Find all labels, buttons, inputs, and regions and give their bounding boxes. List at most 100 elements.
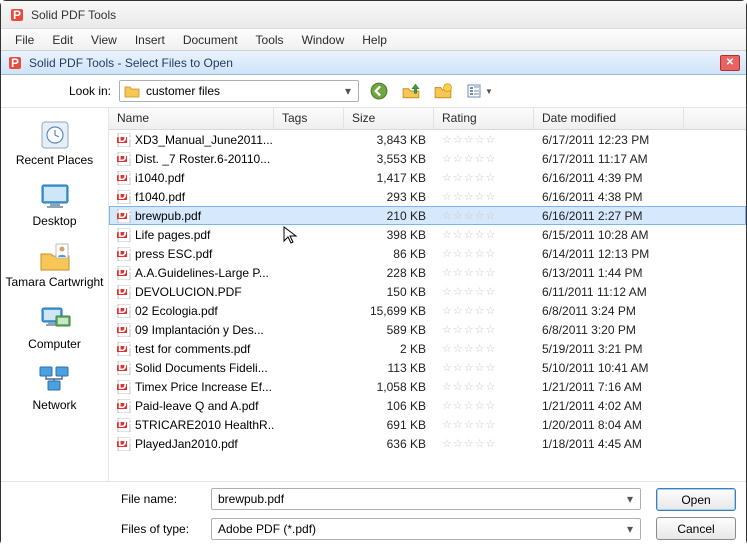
file-row[interactable]: A.A.Guidelines-Large P...228 KB☆☆☆☆☆6/13… xyxy=(109,263,746,282)
filename-label: File name: xyxy=(121,492,201,506)
file-date: 6/16/2011 2:27 PM xyxy=(534,209,684,223)
chevron-down-icon: ▼ xyxy=(485,87,493,96)
file-date: 6/8/2011 3:20 PM xyxy=(534,323,684,337)
lookin-combo[interactable]: customer files ▾ xyxy=(119,80,359,102)
file-row[interactable]: Dist. _7 Roster.6-20110...3,553 KB☆☆☆☆☆6… xyxy=(109,149,746,168)
place-desktop[interactable]: Desktop xyxy=(1,177,108,230)
file-row[interactable]: DEVOLUCION.PDF150 KB☆☆☆☆☆6/11/2011 11:12… xyxy=(109,282,746,301)
chevron-down-icon[interactable]: ▾ xyxy=(622,491,638,507)
menu-view[interactable]: View xyxy=(83,31,125,49)
menu-edit[interactable]: Edit xyxy=(44,31,81,49)
filename-input[interactable]: brewpub.pdf ▾ xyxy=(211,488,641,510)
file-row[interactable]: Paid-leave Q and A.pdf106 KB☆☆☆☆☆1/21/20… xyxy=(109,396,746,415)
views-button[interactable]: ▼ xyxy=(463,80,497,102)
file-size: 15,699 KB xyxy=(344,304,434,318)
file-date: 5/10/2011 10:41 AM xyxy=(534,361,684,375)
chevron-down-icon[interactable]: ▾ xyxy=(622,521,638,537)
file-rating: ☆☆☆☆☆ xyxy=(434,380,534,393)
file-date: 1/20/2011 8:04 AM xyxy=(534,418,684,432)
filter-label: Files of type: xyxy=(121,522,201,536)
pdf-icon xyxy=(117,209,131,223)
file-rating: ☆☆☆☆☆ xyxy=(434,399,534,412)
pdf-icon xyxy=(117,133,131,147)
file-name: XD3_Manual_June2011... xyxy=(135,133,273,147)
file-name: 02 Ecologia.pdf xyxy=(135,304,218,318)
file-row[interactable]: i1040.pdf1,417 KB☆☆☆☆☆6/16/2011 4:39 PM xyxy=(109,168,746,187)
file-row[interactable]: brewpub.pdf210 KB☆☆☆☆☆6/16/2011 2:27 PM xyxy=(109,206,746,225)
open-button[interactable]: Open xyxy=(656,488,736,511)
file-date: 1/21/2011 7:16 AM xyxy=(534,380,684,394)
file-size: 398 KB xyxy=(344,228,434,242)
header-rating[interactable]: Rating xyxy=(434,108,534,129)
file-row[interactable]: XD3_Manual_June2011...3,843 KB☆☆☆☆☆6/17/… xyxy=(109,130,746,149)
file-size: 113 KB xyxy=(344,361,434,375)
header-date[interactable]: Date modified xyxy=(534,108,684,129)
file-date: 6/17/2011 11:17 AM xyxy=(534,152,684,166)
menubar: File Edit View Insert Document Tools Win… xyxy=(1,29,746,51)
file-name: 09 Implantación y Des... xyxy=(135,323,264,337)
file-name: A.A.Guidelines-Large P... xyxy=(135,266,269,280)
bottom-panel: File name: brewpub.pdf ▾ Files of type: … xyxy=(1,481,746,547)
file-date: 6/8/2011 3:24 PM xyxy=(534,304,684,318)
file-row[interactable]: f1040.pdf293 KB☆☆☆☆☆6/16/2011 4:38 PM xyxy=(109,187,746,206)
filter-combo[interactable]: Adobe PDF (*.pdf) ▾ xyxy=(211,518,641,540)
menu-insert[interactable]: Insert xyxy=(127,31,173,49)
file-size: 86 KB xyxy=(344,247,434,261)
file-date: 6/13/2011 1:44 PM xyxy=(534,266,684,280)
place-computer[interactable]: Computer xyxy=(1,300,108,353)
file-size: 2 KB xyxy=(344,342,434,356)
file-name: PlayedJan2010.pdf xyxy=(135,437,238,451)
file-size: 1,417 KB xyxy=(344,171,434,185)
file-row[interactable]: PlayedJan2010.pdf636 KB☆☆☆☆☆1/18/2011 4:… xyxy=(109,434,746,453)
file-row[interactable]: 09 Implantación y Des...589 KB☆☆☆☆☆6/8/2… xyxy=(109,320,746,339)
computer-icon xyxy=(38,302,72,336)
menu-tools[interactable]: Tools xyxy=(248,31,292,49)
menu-file[interactable]: File xyxy=(7,31,42,49)
header-size[interactable]: Size xyxy=(344,108,434,129)
menu-document[interactable]: Document xyxy=(175,31,246,49)
back-button[interactable] xyxy=(367,80,391,102)
file-rows[interactable]: XD3_Manual_June2011...3,843 KB☆☆☆☆☆6/17/… xyxy=(109,130,746,481)
new-folder-button[interactable] xyxy=(431,80,455,102)
file-row[interactable]: 02 Ecologia.pdf15,699 KB☆☆☆☆☆6/8/2011 3:… xyxy=(109,301,746,320)
file-row[interactable]: test for comments.pdf2 KB☆☆☆☆☆5/19/2011 … xyxy=(109,339,746,358)
file-rating: ☆☆☆☆☆ xyxy=(434,266,534,279)
file-row[interactable]: Solid Documents Fideli... 113 KB☆☆☆☆☆5/10… xyxy=(109,358,746,377)
file-row[interactable]: Life pages.pdf398 KB☆☆☆☆☆6/15/2011 10:28… xyxy=(109,225,746,244)
file-rating: ☆☆☆☆☆ xyxy=(434,133,534,146)
file-name: Solid Documents Fideli... xyxy=(135,361,268,375)
lookin-row: Look in: customer files ▾ ▼ xyxy=(1,75,746,107)
lookin-value: customer files xyxy=(146,84,220,98)
place-network[interactable]: Network xyxy=(1,361,108,414)
header-name[interactable]: Name xyxy=(109,108,274,129)
file-size: 1,058 KB xyxy=(344,380,434,394)
file-date: 6/16/2011 4:38 PM xyxy=(534,190,684,204)
chevron-down-icon[interactable]: ▾ xyxy=(340,83,356,99)
pdf-icon xyxy=(117,380,131,394)
file-date: 6/16/2011 4:39 PM xyxy=(534,171,684,185)
file-rating: ☆☆☆☆☆ xyxy=(434,361,534,374)
filename-value: brewpub.pdf xyxy=(218,492,284,506)
close-icon[interactable]: ✕ xyxy=(720,55,740,71)
file-name: test for comments.pdf xyxy=(135,342,250,356)
file-row[interactable]: Timex Price Increase Ef...1,058 KB☆☆☆☆☆1… xyxy=(109,377,746,396)
file-row[interactable]: press ESC.pdf86 KB☆☆☆☆☆6/14/2011 12:13 P… xyxy=(109,244,746,263)
file-rating: ☆☆☆☆☆ xyxy=(434,323,534,336)
dialog-titlebar: Solid PDF Tools - Select Files to Open ✕ xyxy=(1,51,746,75)
file-rating: ☆☆☆☆☆ xyxy=(434,190,534,203)
file-name: DEVOLUCION.PDF xyxy=(135,285,242,299)
place-user[interactable]: Tamara Cartwright xyxy=(1,238,108,291)
pdf-icon xyxy=(117,266,131,280)
file-date: 6/14/2011 12:13 PM xyxy=(534,247,684,261)
cancel-button[interactable]: Cancel xyxy=(656,517,736,540)
file-name: f1040.pdf xyxy=(135,190,185,204)
new-folder-icon xyxy=(434,82,452,100)
pdf-icon xyxy=(117,285,131,299)
header-tags[interactable]: Tags xyxy=(274,108,344,129)
up-button[interactable] xyxy=(399,80,423,102)
app-title: Solid PDF Tools xyxy=(31,8,116,22)
file-row[interactable]: 5TRICARE2010 HealthR...691 KB☆☆☆☆☆1/20/2… xyxy=(109,415,746,434)
menu-help[interactable]: Help xyxy=(354,31,395,49)
menu-window[interactable]: Window xyxy=(294,31,353,49)
place-recent[interactable]: Recent Places xyxy=(1,116,108,169)
